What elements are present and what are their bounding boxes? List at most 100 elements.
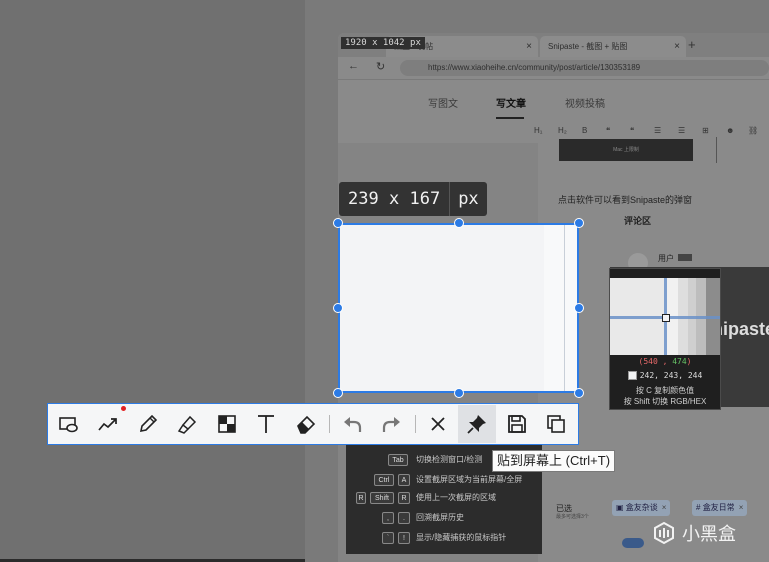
mosaic-icon <box>218 415 236 433</box>
shape-icon <box>59 417 78 433</box>
cursor-x: 540 <box>643 357 658 366</box>
close-icon: × <box>661 503 667 512</box>
resize-handle-top-right[interactable] <box>574 218 584 228</box>
resize-handle-bottom-right[interactable] <box>574 388 584 398</box>
key-cap: Ctrl <box>374 474 394 486</box>
copy-button[interactable] <box>537 405 575 443</box>
close-icon: × <box>526 41 532 52</box>
user-label: 用户 <box>658 253 692 264</box>
browser-tab-2: Snipaste - 截图 + 贴图 × <box>540 36 686 57</box>
active-tab-underline <box>496 117 524 119</box>
editor-tool-list: ☰ <box>654 126 662 135</box>
screen-size-label: 1920 x 1042 px <box>341 37 425 49</box>
cursor-y: 474 <box>672 357 687 366</box>
address-bar: ← ↻ https://www.xiaoheihe.cn/community/p… <box>338 57 769 80</box>
editor-tool-table: ⊞ <box>702 126 709 135</box>
cursor-coordinates: (540 , 474) <box>638 357 692 366</box>
editor-tool-h2: H₂ <box>558 126 567 135</box>
copy-icon <box>547 415 565 433</box>
pencil-tool[interactable] <box>129 405 167 443</box>
selected-tags-sub: 最多可选择3个 <box>556 514 589 520</box>
resize-handle-left[interactable] <box>333 303 343 313</box>
article-banner: Mac 上限制 <box>559 139 693 161</box>
watermark: 小黑盒 <box>652 519 736 547</box>
redo-icon <box>382 417 400 432</box>
color-magnifier: (540 , 474) 242, 243, 244 按 C 复制颜色值 按 Sh… <box>609 268 721 410</box>
copy-color-hint: 按 C 复制颜色值 <box>635 386 695 395</box>
tag-icon: # <box>696 503 701 512</box>
editor-tool-quote: ❝ <box>606 126 611 135</box>
pixel-rgb: 242, 243, 244 <box>610 371 720 380</box>
save-button[interactable] <box>498 405 536 443</box>
hint-row: ` ! 显示/隐藏捕获的鼠标指针 <box>346 530 542 548</box>
close-icon <box>431 417 445 431</box>
selection-content-line <box>564 225 565 391</box>
xiaoheihe-logo-icon <box>654 521 674 545</box>
editor-tool-link: ⛓ <box>748 126 759 135</box>
pin-tooltip: 贴到屏幕上 (Ctrl+T) <box>492 450 616 472</box>
key-cap: R <box>356 492 366 504</box>
resize-handle-top-left[interactable] <box>333 218 343 228</box>
comment-section-title: 评论区 <box>624 216 652 226</box>
tag-label: 盒友日常 <box>702 503 735 512</box>
highlighter-tool[interactable] <box>168 405 206 443</box>
editor-tool-emoji: ☻ <box>726 126 735 135</box>
snipaste-toolbar <box>47 403 579 445</box>
pin-button[interactable] <box>458 405 496 443</box>
eraser-tool[interactable] <box>287 405 325 443</box>
rgb-value: 242, 243, 244 <box>639 371 703 380</box>
article-heading: 点击软件可以看到Snipaste的弹窗 <box>558 195 693 205</box>
divider <box>716 137 717 163</box>
toggle-format-hint: 按 Shift 切换 RGB/HEX <box>623 397 707 406</box>
key-cap: . <box>398 512 410 524</box>
selection-times: x <box>388 189 400 209</box>
tag-icon: ▣ <box>616 503 624 512</box>
save-icon <box>508 415 526 433</box>
key-cap: R <box>398 492 410 504</box>
cancel-button[interactable] <box>419 405 457 443</box>
hint-text: 使用上一次截屏的区域 <box>416 493 496 502</box>
redo-button[interactable] <box>373 405 411 443</box>
resize-handle-bottom-left[interactable] <box>333 388 343 398</box>
close-icon: × <box>674 41 680 52</box>
browser-tab-label: Snipaste - 截图 + 贴图 <box>548 42 628 51</box>
resize-handle-right[interactable] <box>574 303 584 313</box>
editor-tool-quote2: ❝ <box>630 126 635 135</box>
undo-icon <box>344 417 362 432</box>
hint-row: , . 回溯截屏历史 <box>346 510 542 528</box>
reload-icon: ↻ <box>376 61 386 73</box>
tag-label: 盒友杂谈 <box>625 503 658 512</box>
url-field: https://www.xiaoheihe.cn/community/post/… <box>400 60 769 76</box>
hint-text: 切换检测窗口/检测 <box>416 455 483 464</box>
user-name: 用户 <box>658 254 674 263</box>
highlighter-icon <box>177 415 197 434</box>
trend-line-icon <box>98 418 117 431</box>
eraser-icon <box>297 415 316 434</box>
resize-handle-top[interactable] <box>454 218 464 228</box>
undo-button[interactable] <box>333 405 371 443</box>
selection-area[interactable] <box>338 223 579 393</box>
key-cap: , <box>382 512 394 524</box>
pencil-icon <box>139 414 158 433</box>
page-tab-image-post: 写图文 <box>428 99 458 110</box>
editor-tool-bold: B <box>582 126 588 135</box>
mosaic-tool[interactable] <box>208 405 246 443</box>
hint-row: Ctrl A 设置截屏区域为当前屏幕/全屏 <box>346 472 542 490</box>
key-cap: ! <box>398 532 410 544</box>
dimmed-left-area <box>0 0 305 562</box>
selection-unit: px <box>458 189 479 209</box>
pin-icon <box>467 415 486 434</box>
hint-text: 设置截屏区域为当前屏幕/全屏 <box>416 475 523 484</box>
close-icon: × <box>738 503 744 512</box>
resize-handle-bottom[interactable] <box>454 388 464 398</box>
notification-dot <box>121 406 126 411</box>
key-cap: Shift <box>370 492 394 504</box>
hint-text: 回溯截屏历史 <box>416 513 464 522</box>
text-tool[interactable] <box>247 405 285 443</box>
shape-tool[interactable] <box>50 405 88 443</box>
magnifier-view <box>610 278 720 355</box>
selection-width: 239 <box>348 189 379 209</box>
key-cap: ` <box>382 532 394 544</box>
selection-dimensions: 239 x 167 <box>339 182 449 216</box>
editor-tool-h1: H₁ <box>534 126 543 135</box>
